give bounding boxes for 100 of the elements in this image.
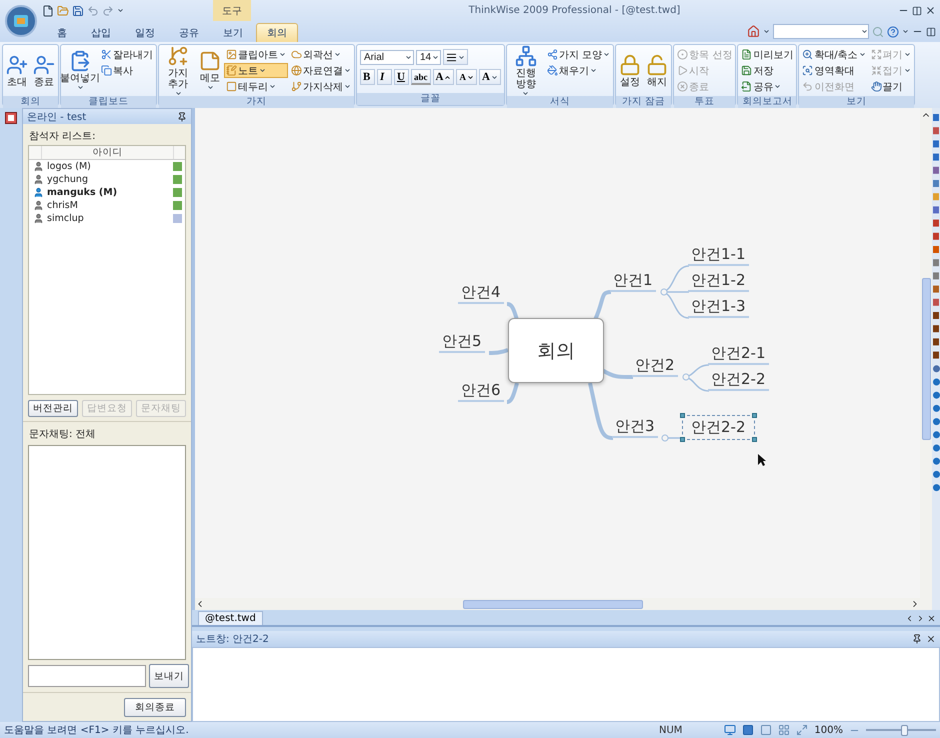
panel-tab-icon[interactable] — [5, 112, 17, 124]
grid-icon[interactable] — [778, 724, 790, 736]
format-button[interactable]: abc — [411, 69, 430, 85]
format-button[interactable]: A — [456, 69, 477, 85]
ribbon-button[interactable]: 미리보기 — [739, 47, 796, 62]
participant-row[interactable]: manguks (M) — [29, 186, 185, 199]
ribbon-button[interactable]: 노트 — [224, 63, 288, 78]
save-icon[interactable] — [72, 4, 84, 16]
tool-icon-strip-drawing[interactable] — [933, 114, 940, 492]
ribbon-button[interactable]: 붙여넣기 — [62, 49, 98, 92]
ribbon-button[interactable]: 종료 — [31, 52, 57, 88]
new-file-icon[interactable] — [42, 4, 54, 16]
close-icon[interactable] — [927, 614, 936, 623]
topic-node[interactable]: 안건1-3 — [688, 297, 748, 318]
topic-node[interactable]: 안건2-2 — [682, 415, 754, 440]
caret-icon — [432, 54, 439, 60]
vertical-scrollbar[interactable] — [920, 108, 932, 610]
mouse-pointer-icon — [757, 453, 767, 467]
topic-node[interactable]: 안건6 — [458, 381, 504, 402]
topic-node[interactable]: 안건3 — [612, 417, 658, 438]
scrollbar-thumb[interactable] — [922, 278, 930, 440]
slider-thumb[interactable] — [900, 724, 908, 736]
cloud-icon — [291, 49, 302, 60]
ribbon-button[interactable]: 복사 — [99, 63, 155, 78]
participant-row[interactable]: logos (M) — [29, 160, 185, 173]
next-icon[interactable] — [916, 614, 925, 623]
view-icon[interactable] — [742, 724, 754, 736]
topic-node[interactable]: 안건1 — [610, 271, 656, 292]
central-topic[interactable]: 회의 — [508, 318, 604, 383]
caret-icon — [344, 83, 351, 90]
ribbon-button[interactable]: 초대 — [4, 52, 30, 88]
pin-icon[interactable] — [912, 634, 922, 644]
zoom-level: 100% — [814, 724, 843, 736]
ribbon-button[interactable]: 채우기 — [544, 63, 612, 78]
ribbon-button[interactable]: 저장 — [739, 63, 796, 78]
ribbon-button[interactable]: 자료연결 — [289, 63, 353, 78]
ribbon-button[interactable]: 메모 — [197, 49, 223, 92]
document-tab[interactable]: @test.twd — [198, 611, 263, 625]
ribbon-button[interactable]: 확대/축소 — [800, 47, 868, 62]
square-icon[interactable] — [760, 724, 772, 736]
topic-node[interactable]: 안건1-2 — [688, 271, 748, 292]
ribbon-tab[interactable]: 일정 — [124, 23, 166, 42]
ribbon-button[interactable]: 영역확대 — [800, 63, 868, 78]
topic-node[interactable]: 안건1-1 — [688, 245, 748, 266]
ribbon-button[interactable]: 가지삭제 — [289, 79, 353, 94]
ribbon-tab[interactable]: 보기 — [212, 23, 254, 42]
ribbon-button[interactable]: 테두리 — [224, 79, 288, 94]
send-button[interactable]: 보내기 — [149, 664, 189, 688]
ribbon-tab[interactable]: 삽입 — [80, 23, 122, 42]
align-button[interactable] — [443, 49, 468, 65]
previous-icon[interactable] — [905, 614, 914, 623]
horizontal-scrollbar[interactable] — [195, 598, 920, 610]
panel-button[interactable]: 버전관리 — [28, 400, 78, 417]
end-meeting-button[interactable]: 회의종료 — [124, 698, 186, 717]
monitor-icon[interactable] — [724, 724, 736, 736]
close-icon[interactable] — [925, 5, 936, 16]
undo-icon[interactable] — [87, 4, 99, 16]
format-button[interactable]: A — [432, 69, 454, 85]
ribbon-button[interactable]: 끌기 — [868, 79, 913, 94]
redo-icon[interactable] — [102, 4, 114, 16]
participant-row[interactable]: chrisM — [29, 199, 185, 212]
format-button[interactable]: A — [478, 69, 501, 85]
topic-node[interactable]: 안건2-1 — [708, 344, 768, 365]
app-orb-icon[interactable] — [5, 5, 37, 37]
participant-row[interactable]: ygchung — [29, 173, 185, 186]
ribbon-tab[interactable]: 공유 — [168, 23, 210, 42]
ribbon-button[interactable]: 가지 추가 — [160, 44, 196, 98]
topic-node[interactable]: 안건4 — [458, 283, 504, 304]
home-icon[interactable] — [747, 25, 760, 38]
scrollbar-thumb[interactable] — [463, 600, 643, 608]
restore-icon[interactable] — [926, 26, 936, 36]
topic-node[interactable]: 안건2 — [632, 356, 678, 377]
size-combo[interactable]: 14 — [416, 50, 441, 64]
ribbon-button[interactable]: 공유 — [739, 79, 796, 94]
window-title: ThinkWise 2009 Professional - [@test.twd] — [468, 5, 682, 16]
font-combo[interactable]: Arial — [360, 50, 414, 64]
ribbon-button[interactable]: 클립아트 — [224, 47, 288, 62]
message-field[interactable] — [28, 665, 146, 687]
participant-row[interactable]: simclup — [29, 212, 185, 225]
ribbon-tab[interactable]: 홈 — [46, 23, 78, 42]
help-icon[interactable] — [887, 26, 899, 38]
format-button[interactable]: U — [394, 69, 409, 85]
restore-icon[interactable] — [912, 6, 922, 16]
topic-node[interactable]: 안건2-2 — [708, 370, 768, 391]
ribbon-button[interactable]: 가지 모양 — [544, 47, 612, 62]
sticky-note-icon — [199, 50, 221, 72]
branch-line — [588, 382, 614, 440]
format-button[interactable]: B — [360, 69, 375, 85]
ribbon-button[interactable]: 설정 — [617, 52, 644, 88]
pin-icon[interactable] — [177, 112, 187, 122]
close-icon[interactable] — [926, 634, 936, 644]
ribbon-tab[interactable]: 회의 — [256, 23, 298, 42]
grow-icon — [444, 74, 452, 80]
topic-node[interactable]: 안건5 — [439, 332, 485, 353]
ribbon-button[interactable]: 잘라내기 — [99, 47, 155, 62]
fit-icon[interactable] — [796, 724, 808, 736]
ribbon-button[interactable]: 진행 방향 — [508, 44, 544, 98]
format-button[interactable]: I — [377, 69, 392, 85]
ribbon-button[interactable]: 해지 — [644, 52, 670, 88]
ribbon-button[interactable]: 외곽선 — [289, 47, 353, 62]
